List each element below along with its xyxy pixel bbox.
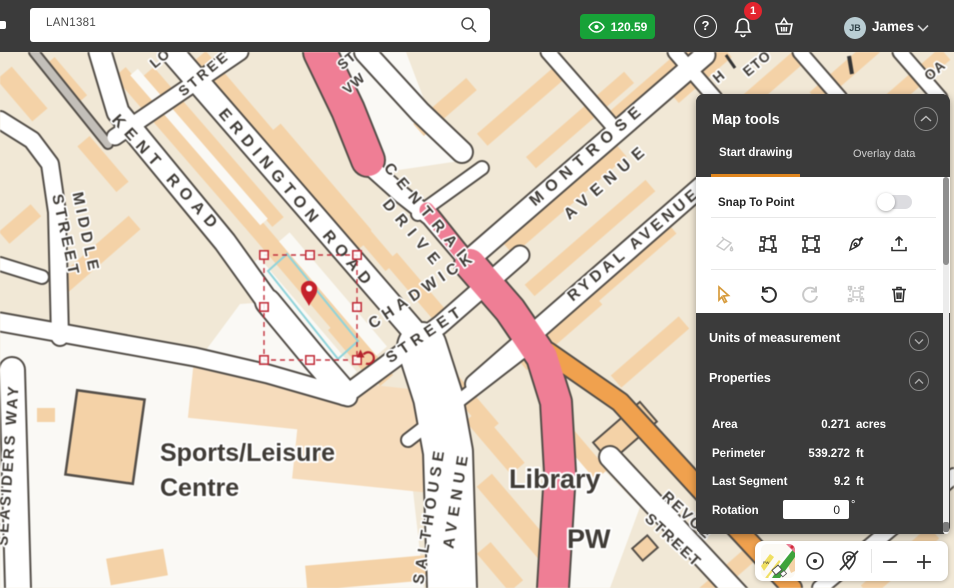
svg-text:Centre: Centre	[160, 474, 239, 502]
svg-text:Library: Library	[509, 464, 601, 494]
svg-text:PW: PW	[763, 560, 770, 565]
svg-text:Sports/Leisure: Sports/Leisure	[160, 439, 335, 467]
svg-text:PW: PW	[567, 524, 611, 554]
